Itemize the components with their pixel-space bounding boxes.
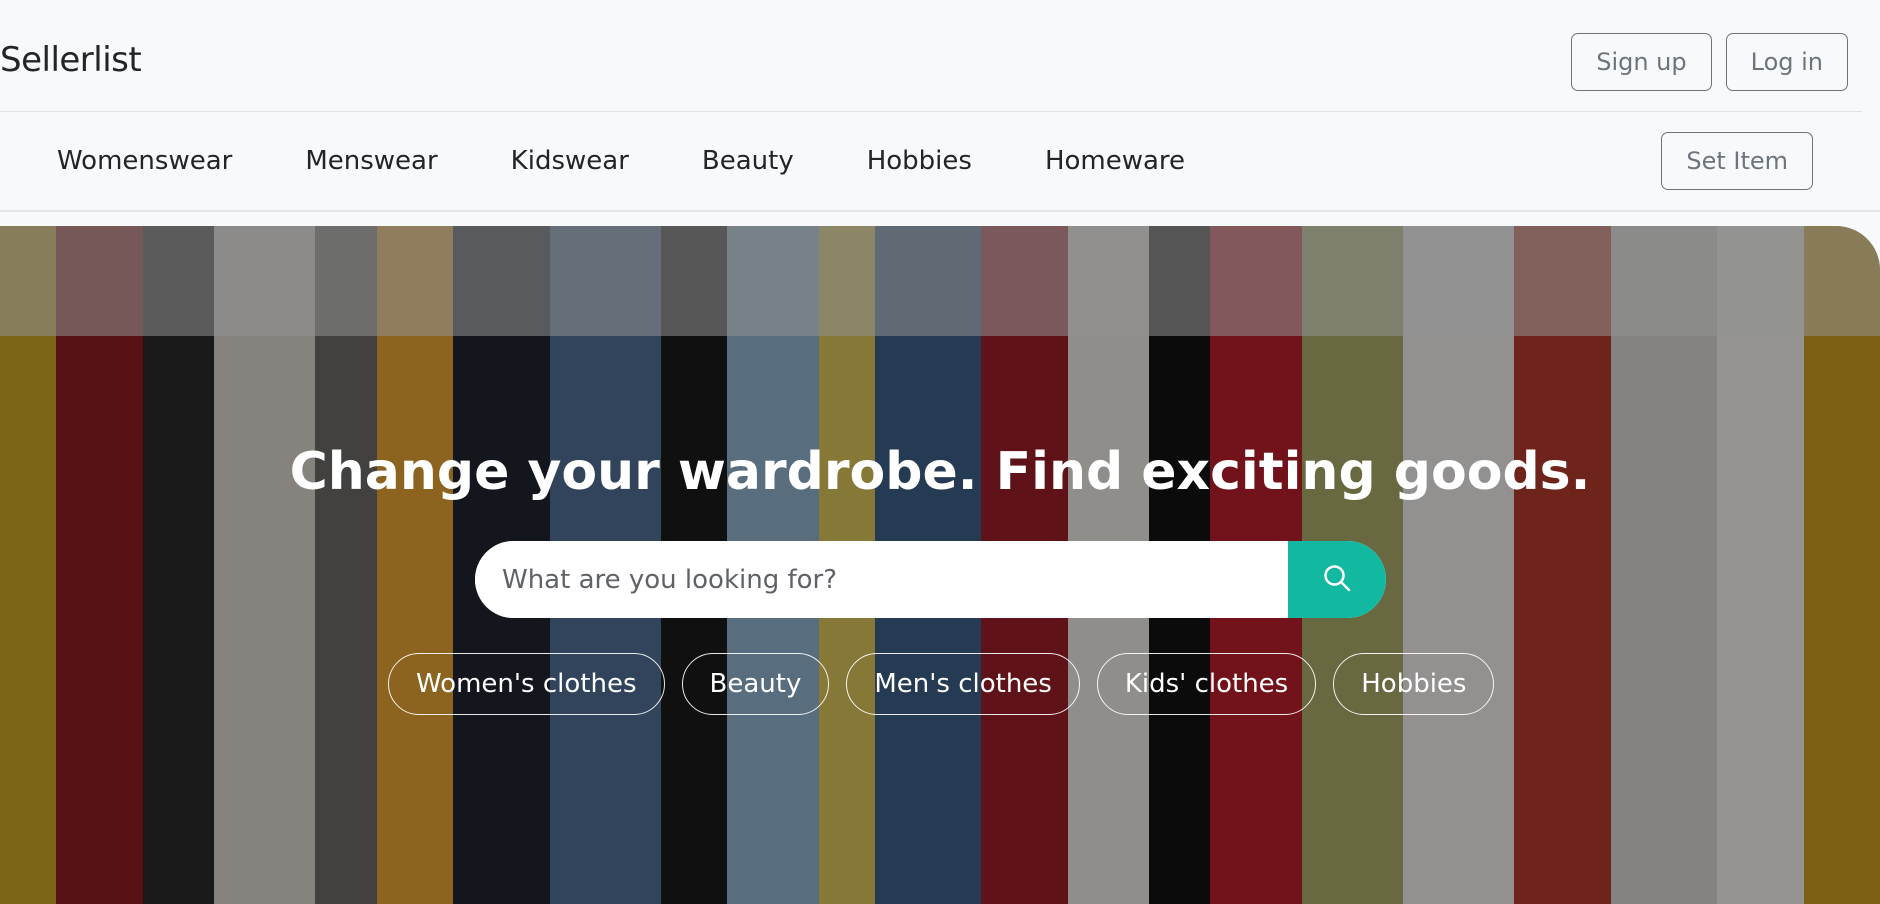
set-item-button[interactable]: Set Item: [1661, 132, 1813, 190]
nav-item-beauty[interactable]: Beauty: [702, 146, 794, 176]
hero-title: Change your wardrobe. Find exciting good…: [289, 442, 1591, 502]
log-in-button[interactable]: Log in: [1725, 33, 1848, 91]
chip-kids-clothes[interactable]: Kids' clothes: [1096, 653, 1317, 715]
category-nav-bar: Womenswear Menswear Kidswear Beauty Hobb…: [0, 112, 1880, 211]
chip-hobbies[interactable]: Hobbies: [1333, 653, 1495, 715]
top-header: Sellerlist Sign up Log in: [0, 0, 1880, 112]
category-divider: [0, 210, 1880, 212]
chip-beauty[interactable]: Beauty: [681, 653, 830, 715]
chip-womens-clothes[interactable]: Women's clothes: [388, 653, 665, 715]
chip-mens-clothes[interactable]: Men's clothes: [846, 653, 1080, 715]
search-button[interactable]: [1288, 541, 1386, 618]
category-nav: Womenswear Menswear Kidswear Beauty Hobb…: [57, 146, 1258, 176]
brand-logo[interactable]: Sellerlist: [0, 40, 142, 80]
category-chips: Women's clothes Beauty Men's clothes Kid…: [388, 653, 1495, 715]
search-input[interactable]: [475, 541, 1288, 618]
nav-item-homeware[interactable]: Homeware: [1045, 146, 1185, 176]
sign-up-button[interactable]: Sign up: [1571, 33, 1712, 91]
search-icon: [1322, 563, 1352, 596]
nav-item-womenswear[interactable]: Womenswear: [57, 146, 232, 176]
nav-item-kidswear[interactable]: Kidswear: [511, 146, 629, 176]
nav-item-menswear[interactable]: Menswear: [305, 146, 437, 176]
nav-item-hobbies[interactable]: Hobbies: [867, 146, 972, 176]
hero-banner: Change your wardrobe. Find exciting good…: [0, 226, 1880, 904]
search-bar: [475, 541, 1386, 618]
auth-buttons: Sign up Log in: [1571, 33, 1848, 91]
